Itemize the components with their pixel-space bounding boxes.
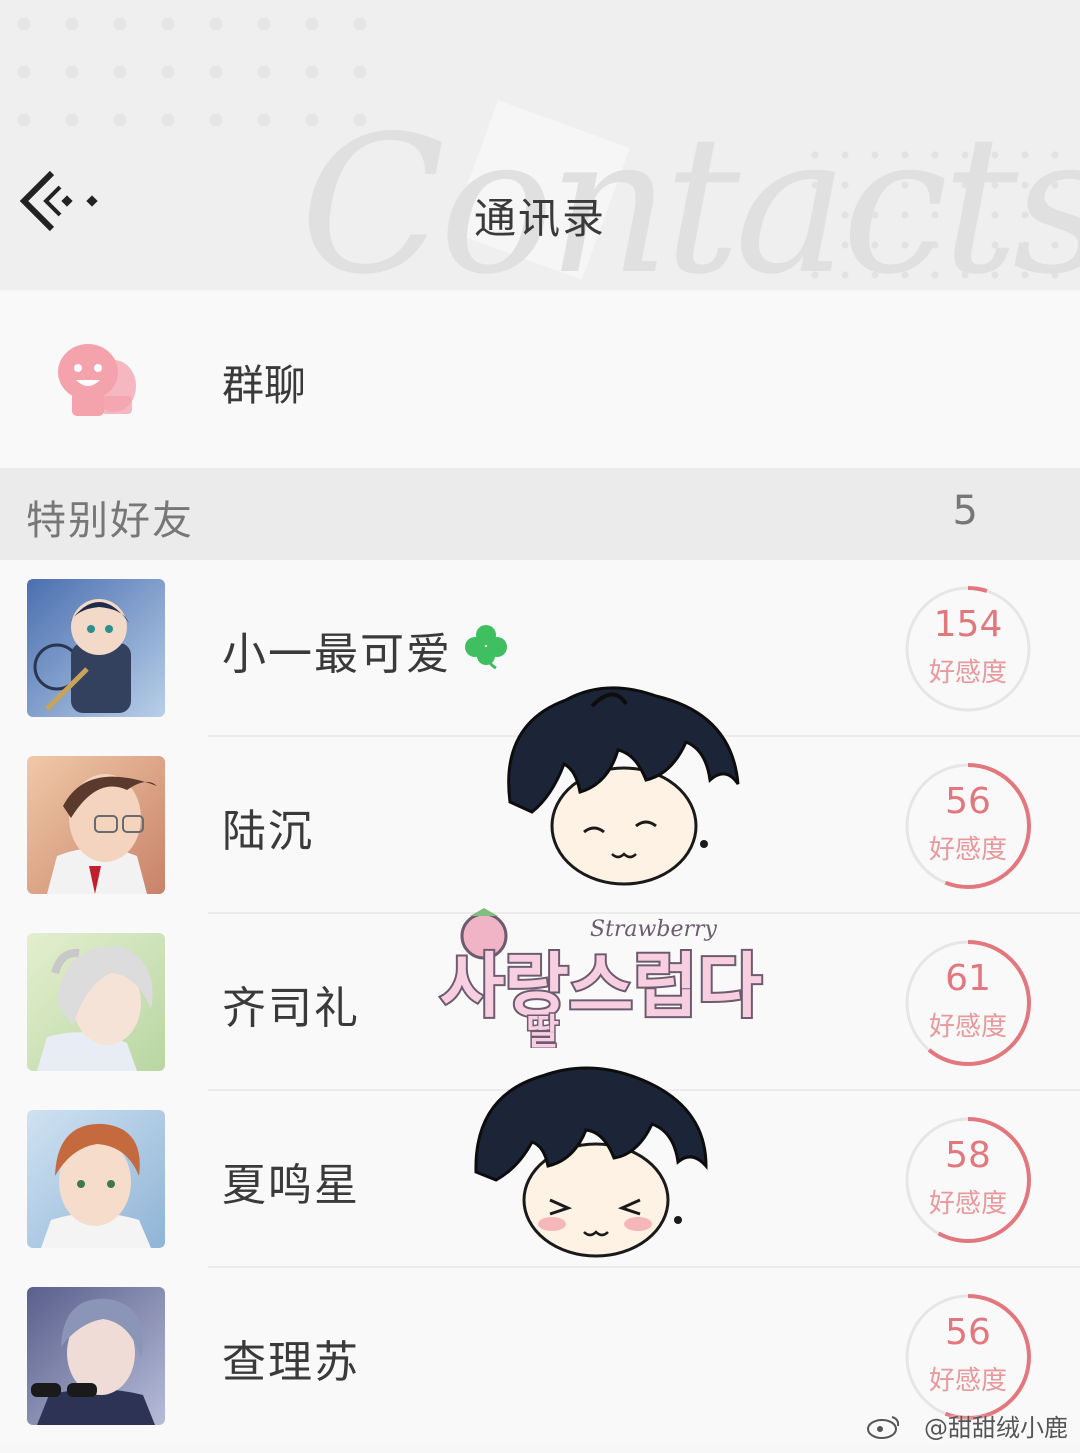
contact-name: 夏鸣星 [222,1160,360,1211]
group-chat-label: 群聊 [222,361,307,410]
avatar [27,1110,165,1248]
favor-label: 好感度 [928,835,1007,865]
favor-value: 58 [945,1135,991,1176]
contact-row[interactable]: 齐司礼 61 好感度 [0,914,1080,1091]
contacts-screen: Contacts 通讯录 群聊 特别好友 5 小一最可爱 154 好感度 陆沉 … [0,0,1080,1453]
contact-row[interactable]: 夏鸣星 58 好感度 [0,1091,1080,1268]
avatar [27,933,165,1071]
favor-value: 56 [945,781,991,822]
favor-label: 好感度 [928,1189,1007,1219]
avatar [27,1287,165,1425]
favor-value: 56 [945,1312,991,1353]
favor-label: 好感度 [928,658,1007,688]
favor-value: 61 [945,958,991,999]
contact-name: 陆沉 [222,806,314,857]
avatar [27,756,165,894]
favor-label: 好感度 [928,1012,1007,1042]
contact-name: 查理苏 [222,1337,360,1388]
credit-watermark: @甜甜绒小鹿 [924,1414,1068,1442]
weibo-icon [867,1416,900,1439]
section-title: 特别好友 [26,498,194,544]
header: Contacts 通讯录 [0,0,1080,290]
contact-row[interactable]: 小一最可爱 154 好感度 [0,560,1080,737]
clover-icon [465,625,507,670]
favor-label: 好感度 [928,1366,1007,1396]
page-title: 通讯录 [473,194,606,243]
favor-value: 154 [933,604,1003,645]
contact-row[interactable]: 查理苏 56 好感度 [0,1268,1080,1445]
section-count: 5 [952,488,978,534]
avatar [27,579,165,717]
contact-name: 齐司礼 [222,983,360,1034]
group-chat-row[interactable] [0,292,1080,467]
contact-row[interactable]: 陆沉 56 好感度 [0,737,1080,914]
contact-name: 小一最可爱 [222,629,452,680]
group-chat-icon [58,344,136,416]
